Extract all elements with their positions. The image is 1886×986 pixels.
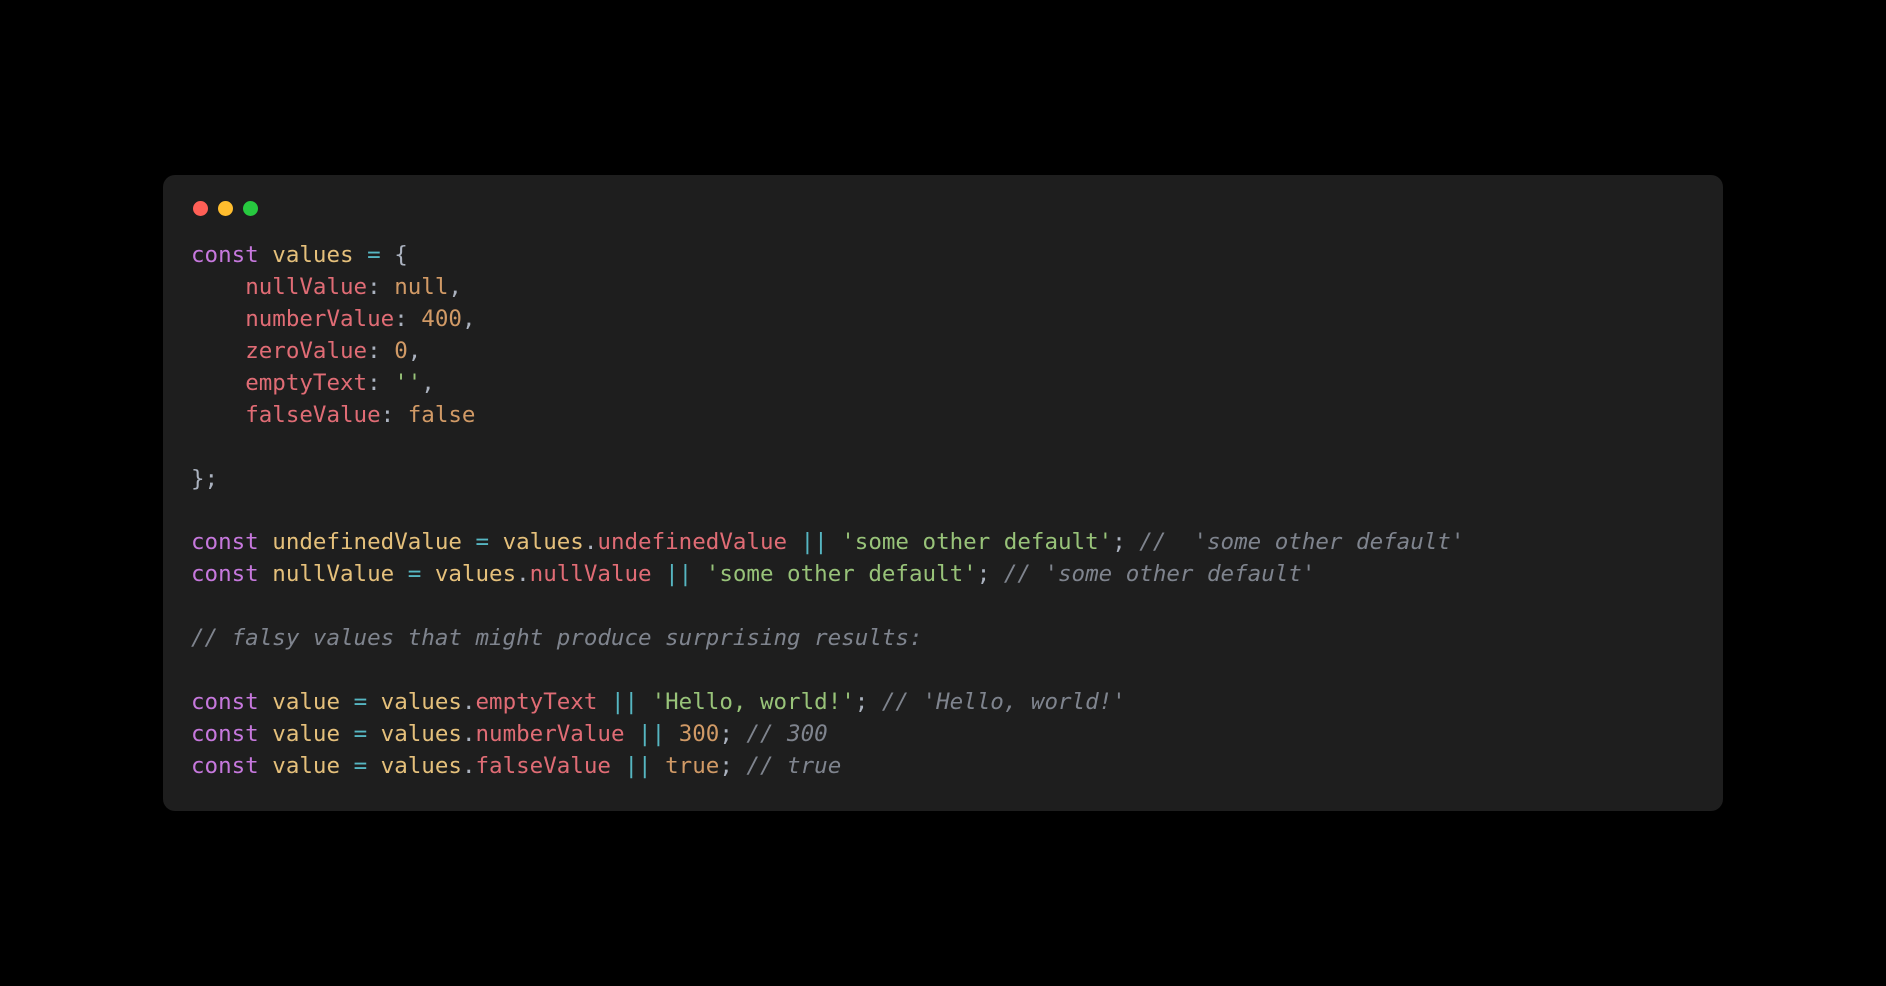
code-token: const [191, 529, 259, 555]
code-token: value [272, 689, 340, 715]
page-root: const values = { nullValue: null, number… [0, 0, 1886, 986]
code-token: '' [394, 370, 421, 396]
code-card: const values = { nullValue: null, number… [163, 175, 1723, 811]
code-token: // 'Hello, world!' [882, 689, 1126, 715]
code-block[interactable]: const values = { nullValue: null, number… [191, 240, 1695, 783]
code-token: : [381, 402, 395, 428]
code-token: : [394, 306, 408, 332]
code-token: emptyText [245, 370, 367, 396]
code-token: emptyText [475, 689, 597, 715]
code-token: || [611, 689, 638, 715]
code-token: values [272, 242, 353, 268]
code-token: zeroValue [245, 338, 367, 364]
code-token: ; [977, 561, 991, 587]
code-token: , [421, 370, 435, 396]
code-token: }; [191, 466, 218, 492]
code-token: numberValue [245, 306, 394, 332]
code-token: nullValue [245, 274, 367, 300]
code-token: // true [746, 753, 841, 779]
code-token: // 'some other default' [1004, 561, 1316, 587]
code-token: . [462, 721, 476, 747]
code-token: undefinedValue [272, 529, 462, 555]
code-token: values [503, 529, 584, 555]
code-token: // falsy values that might produce surpr… [191, 625, 923, 651]
code-token: ; [1112, 529, 1126, 555]
code-token: ; [719, 721, 733, 747]
code-token: false [408, 402, 476, 428]
code-token: || [665, 561, 692, 587]
code-token: , [462, 306, 476, 332]
code-token: { [394, 242, 408, 268]
code-token: = [367, 242, 381, 268]
code-token: : [367, 370, 381, 396]
code-token: ; [719, 753, 733, 779]
code-token: 'some other default' [706, 561, 977, 587]
code-token: = [475, 529, 489, 555]
code-token: ; [855, 689, 869, 715]
code-token: 0 [394, 338, 408, 364]
code-token: values [381, 721, 462, 747]
code-token: . [584, 529, 598, 555]
code-token: nullValue [530, 561, 652, 587]
code-token: = [354, 721, 368, 747]
code-token: . [462, 753, 476, 779]
code-token: numberValue [475, 721, 624, 747]
code-token: . [462, 689, 476, 715]
code-token: value [272, 753, 340, 779]
code-token: null [394, 274, 448, 300]
code-token: 'Hello, world!' [652, 689, 855, 715]
code-token: values [381, 753, 462, 779]
code-token: undefinedValue [597, 529, 787, 555]
code-token: = [408, 561, 422, 587]
code-token: || [625, 753, 652, 779]
code-token: const [191, 242, 259, 268]
code-token: const [191, 561, 259, 587]
code-token: values [381, 689, 462, 715]
code-token: nullValue [272, 561, 394, 587]
code-token: 'some other default' [841, 529, 1112, 555]
close-icon[interactable] [193, 201, 208, 216]
code-token: falseValue [245, 402, 380, 428]
code-token: 300 [679, 721, 720, 747]
code-token: value [272, 721, 340, 747]
code-token: // 300 [746, 721, 827, 747]
code-token: falseValue [475, 753, 610, 779]
code-token: const [191, 721, 259, 747]
code-token: values [435, 561, 516, 587]
code-token: true [665, 753, 719, 779]
code-token: const [191, 689, 259, 715]
code-token: : [367, 338, 381, 364]
maximize-icon[interactable] [243, 201, 258, 216]
code-token: : [367, 274, 381, 300]
code-token: || [801, 529, 828, 555]
code-token: 400 [421, 306, 462, 332]
minimize-icon[interactable] [218, 201, 233, 216]
window-controls [191, 197, 1695, 240]
code-token: , [448, 274, 462, 300]
code-token: . [516, 561, 530, 587]
code-token: , [408, 338, 422, 364]
code-token: // 'some other default' [1139, 529, 1464, 555]
code-token: = [354, 753, 368, 779]
code-token: || [638, 721, 665, 747]
code-token: const [191, 753, 259, 779]
code-token: = [354, 689, 368, 715]
